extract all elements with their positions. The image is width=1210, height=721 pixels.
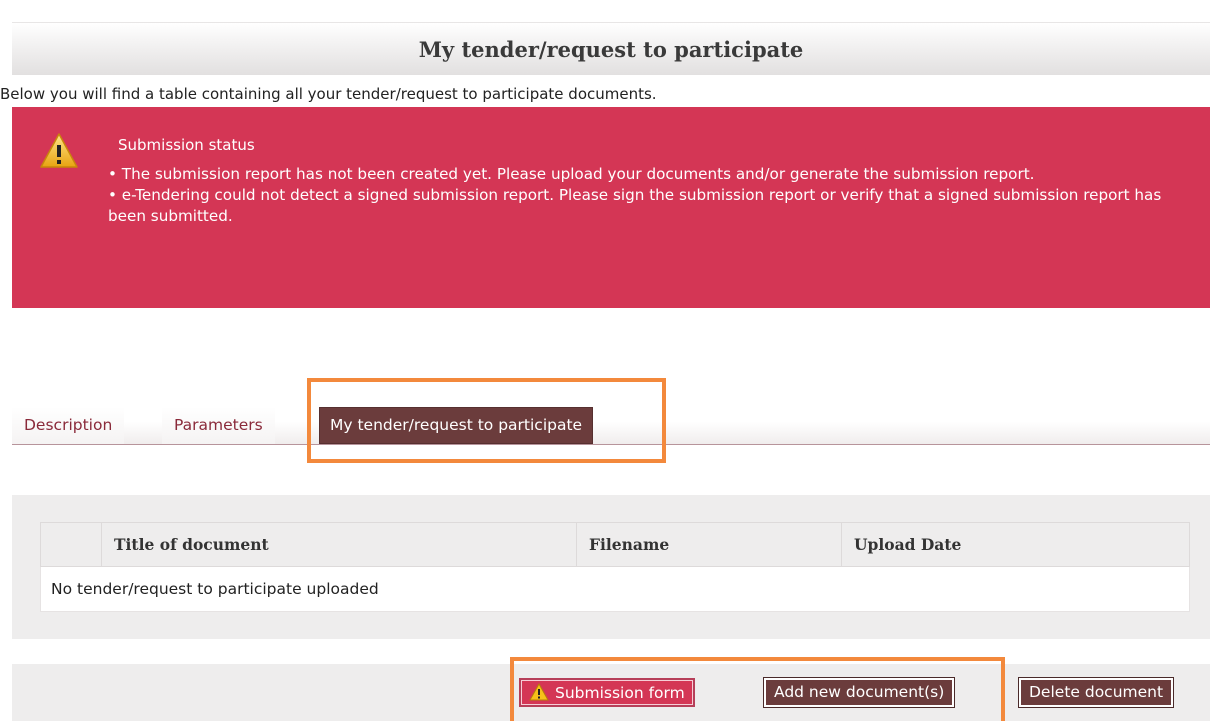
alert-message: • e-Tendering could not detect a signed … [108, 186, 1162, 225]
column-header-title[interactable]: Title of document [101, 522, 577, 567]
alert-message: • The submission report has not been cre… [108, 165, 1035, 183]
submission-status-alert: Submission status • The submission repor… [12, 107, 1210, 308]
column-header-upload-date[interactable]: Upload Date [841, 522, 1190, 567]
warning-icon [529, 683, 549, 701]
submission-form-button[interactable]: Submission form [519, 678, 695, 707]
tab-description[interactable]: Description [12, 407, 125, 444]
alert-title: Submission status [118, 136, 255, 154]
intro-text: Below you will find a table containing a… [0, 85, 657, 103]
documents-panel: Title of document Filename Upload Date N… [12, 495, 1210, 639]
page-title: My tender/request to participate [418, 37, 804, 62]
page-header: My tender/request to participate [12, 22, 1210, 75]
empty-table-message: No tender/request to participate uploade… [40, 566, 1190, 612]
documents-table: Title of document Filename Upload Date N… [40, 522, 1190, 612]
action-bar: Submission form Add new document(s) Dele… [12, 664, 1210, 721]
table-row: No tender/request to participate uploade… [40, 566, 1190, 612]
tab-bar: Description Parameters My tender/request… [12, 388, 1210, 445]
delete-document-button[interactable]: Delete document [1017, 677, 1175, 708]
tab-parameters[interactable]: Parameters [162, 407, 275, 444]
alert-messages: • The submission report has not been cre… [108, 164, 1198, 227]
tab-my-tender[interactable]: My tender/request to participate [319, 407, 594, 444]
add-new-documents-button[interactable]: Add new document(s) [762, 677, 956, 708]
select-column-header [40, 522, 102, 567]
table-header-row: Title of document Filename Upload Date [40, 522, 1190, 567]
warning-icon [40, 133, 78, 168]
submission-form-label: Submission form [555, 684, 685, 702]
column-header-filename[interactable]: Filename [576, 522, 842, 567]
